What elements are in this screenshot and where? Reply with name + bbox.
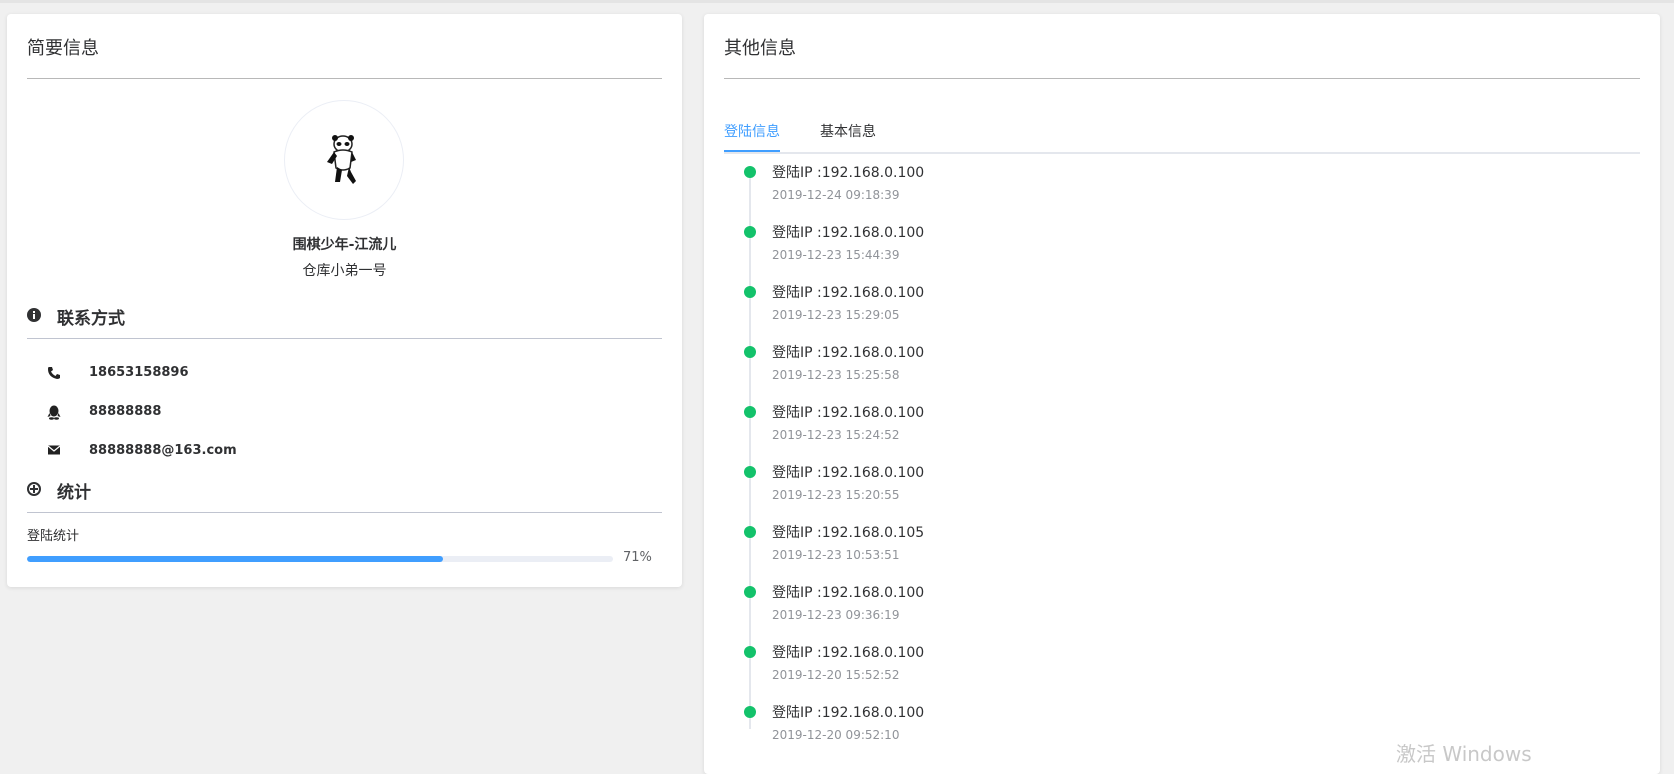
timeline-content: 登陆IP :192.168.0.100 [772, 705, 925, 721]
timeline-dot [744, 346, 756, 358]
top-border [0, 0, 1674, 3]
timeline-dot [744, 226, 756, 238]
tab-basic-info[interactable]: 基本信息 [820, 121, 876, 141]
avatar[interactable] [284, 100, 404, 220]
mail-icon [47, 445, 61, 455]
panda-avatar-icon [327, 135, 356, 184]
timeline-timestamp: 2019-12-23 15:20:55 [772, 488, 900, 502]
contact-section-title: 联系方式 [57, 309, 125, 329]
timeline-content: 登陆IP :192.168.0.100 [772, 465, 925, 481]
timeline-dot [744, 166, 756, 178]
timeline-timestamp: 2019-12-23 09:36:19 [772, 608, 900, 622]
timeline-item: 登陆IP :192.168.0.100 2019-12-20 15:52:52 [724, 640, 1624, 700]
active-tab-indicator [724, 150, 780, 152]
timeline-content: 登陆IP :192.168.0.105 [772, 525, 925, 541]
divider [27, 512, 662, 513]
timeline-timestamp: 2019-12-23 15:24:52 [772, 428, 900, 442]
timeline-timestamp: 2019-12-20 09:52:10 [772, 728, 900, 742]
stats-section-title: 统计 [57, 483, 91, 503]
timeline-timestamp: 2019-12-23 10:53:51 [772, 548, 900, 562]
user-name: 围棋少年-江流儿 [292, 237, 397, 253]
timeline-item: 登陆IP :192.168.0.100 2019-12-24 09:18:39 [724, 160, 1624, 220]
timeline-content: 登陆IP :192.168.0.100 [772, 225, 925, 241]
card-title: 其他信息 [724, 38, 796, 59]
timeline-item: 登陆IP :192.168.0.100 2019-12-23 15:29:05 [724, 280, 1624, 340]
timeline-timestamp: 2019-12-24 09:18:39 [772, 188, 900, 202]
qq-icon [47, 405, 61, 420]
timeline-timestamp: 2019-12-23 15:25:58 [772, 368, 900, 382]
login-stats-progress-bar [27, 556, 613, 562]
windows-activation-watermark: 激活 Windows [1396, 742, 1532, 766]
other-info-card: 其他信息 登陆信息 基本信息 登陆IP :192.168.0.100 2019-1… [704, 14, 1660, 774]
timeline-item: 登陆IP :192.168.0.105 2019-12-23 10:53:51 [724, 520, 1624, 580]
timeline-item: 登陆IP :192.168.0.100 2019-12-23 09:36:19 [724, 580, 1624, 640]
timeline-dot [744, 466, 756, 478]
timeline-content: 登陆IP :192.168.0.100 [772, 165, 925, 181]
progress-fill [27, 556, 444, 562]
phone-icon [48, 367, 60, 379]
timeline-dot [744, 406, 756, 418]
timeline-content: 登陆IP :192.168.0.100 [772, 345, 925, 361]
tab-login-info[interactable]: 登陆信息 [724, 121, 780, 141]
timeline-dot [744, 706, 756, 718]
timeline-content: 登陆IP :192.168.0.100 [772, 405, 925, 421]
timeline-dot [744, 586, 756, 598]
timeline-dot [744, 526, 756, 538]
timeline-item: 登陆IP :192.168.0.100 2019-12-23 15:20:55 [724, 460, 1624, 520]
qq-number: 88888888 [89, 404, 162, 419]
card-title: 简要信息 [27, 38, 99, 59]
timeline-dot [744, 286, 756, 298]
timeline-item: 登陆IP :192.168.0.100 2019-12-23 15:24:52 [724, 400, 1624, 460]
chart-icon [27, 482, 41, 496]
timeline-dot [744, 646, 756, 658]
divider [27, 338, 662, 339]
info-tabs: 登陆信息 基本信息 [724, 110, 1640, 154]
phone-number: 18653158896 [89, 365, 189, 380]
timeline-timestamp: 2019-12-23 15:44:39 [772, 248, 900, 262]
timeline-content: 登陆IP :192.168.0.100 [772, 645, 925, 661]
timeline-content: 登陆IP :192.168.0.100 [772, 585, 925, 601]
profile-summary-card: 简要信息 围棋少年-江流儿 仓库小弟一号 联系方式 18653158896 88… [7, 14, 682, 587]
timeline-timestamp: 2019-12-23 15:29:05 [772, 308, 900, 322]
divider [27, 78, 662, 79]
email-address: 88888888@163.com [89, 443, 237, 458]
timeline-item: 登陆IP :192.168.0.100 2019-12-23 15:44:39 [724, 220, 1624, 280]
divider [724, 78, 1640, 79]
timeline-content: 登陆IP :192.168.0.100 [772, 285, 925, 301]
timeline-timestamp: 2019-12-20 15:52:52 [772, 668, 900, 682]
login-stats-label: 登陆统计 [27, 529, 80, 544]
login-stats-percent: 71% [623, 550, 652, 565]
timeline-item: 登陆IP :192.168.0.100 2019-12-23 15:25:58 [724, 340, 1624, 400]
user-role: 仓库小弟一号 [302, 263, 387, 279]
info-circle-icon [27, 308, 41, 322]
